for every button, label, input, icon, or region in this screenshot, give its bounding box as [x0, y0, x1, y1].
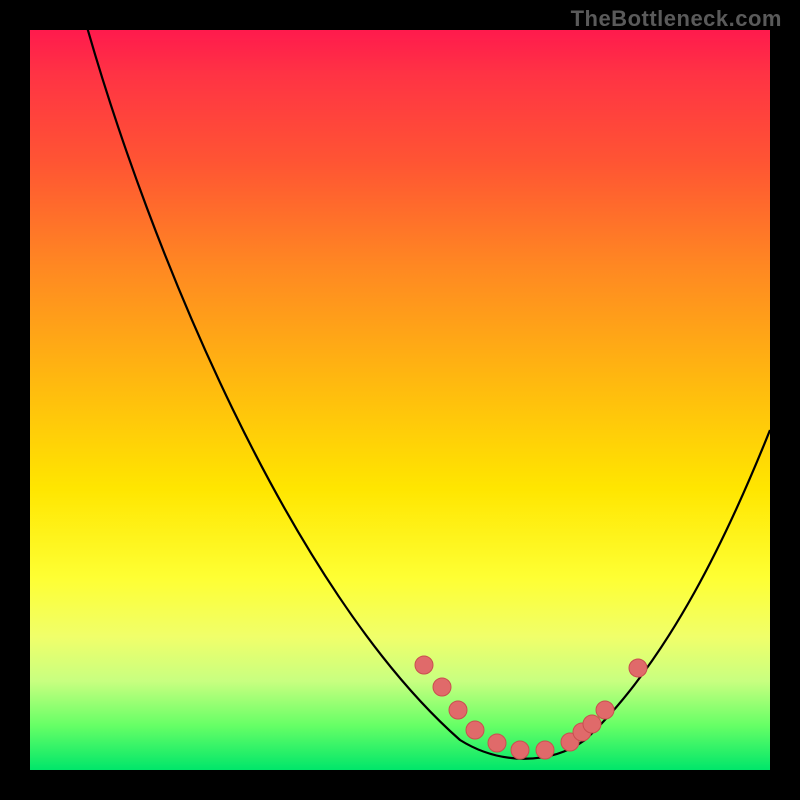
data-point — [536, 741, 554, 759]
data-point — [433, 678, 451, 696]
data-point — [596, 701, 614, 719]
data-point — [449, 701, 467, 719]
bottleneck-curve-svg — [30, 30, 770, 770]
data-point — [511, 741, 529, 759]
data-point — [415, 656, 433, 674]
data-point — [488, 734, 506, 752]
data-point — [629, 659, 647, 677]
watermark-label: TheBottleneck.com — [571, 6, 782, 32]
data-points-group — [415, 656, 647, 759]
data-point — [466, 721, 484, 739]
curve-line — [85, 30, 770, 759]
chart-plot-area — [30, 30, 770, 770]
data-point — [583, 715, 601, 733]
